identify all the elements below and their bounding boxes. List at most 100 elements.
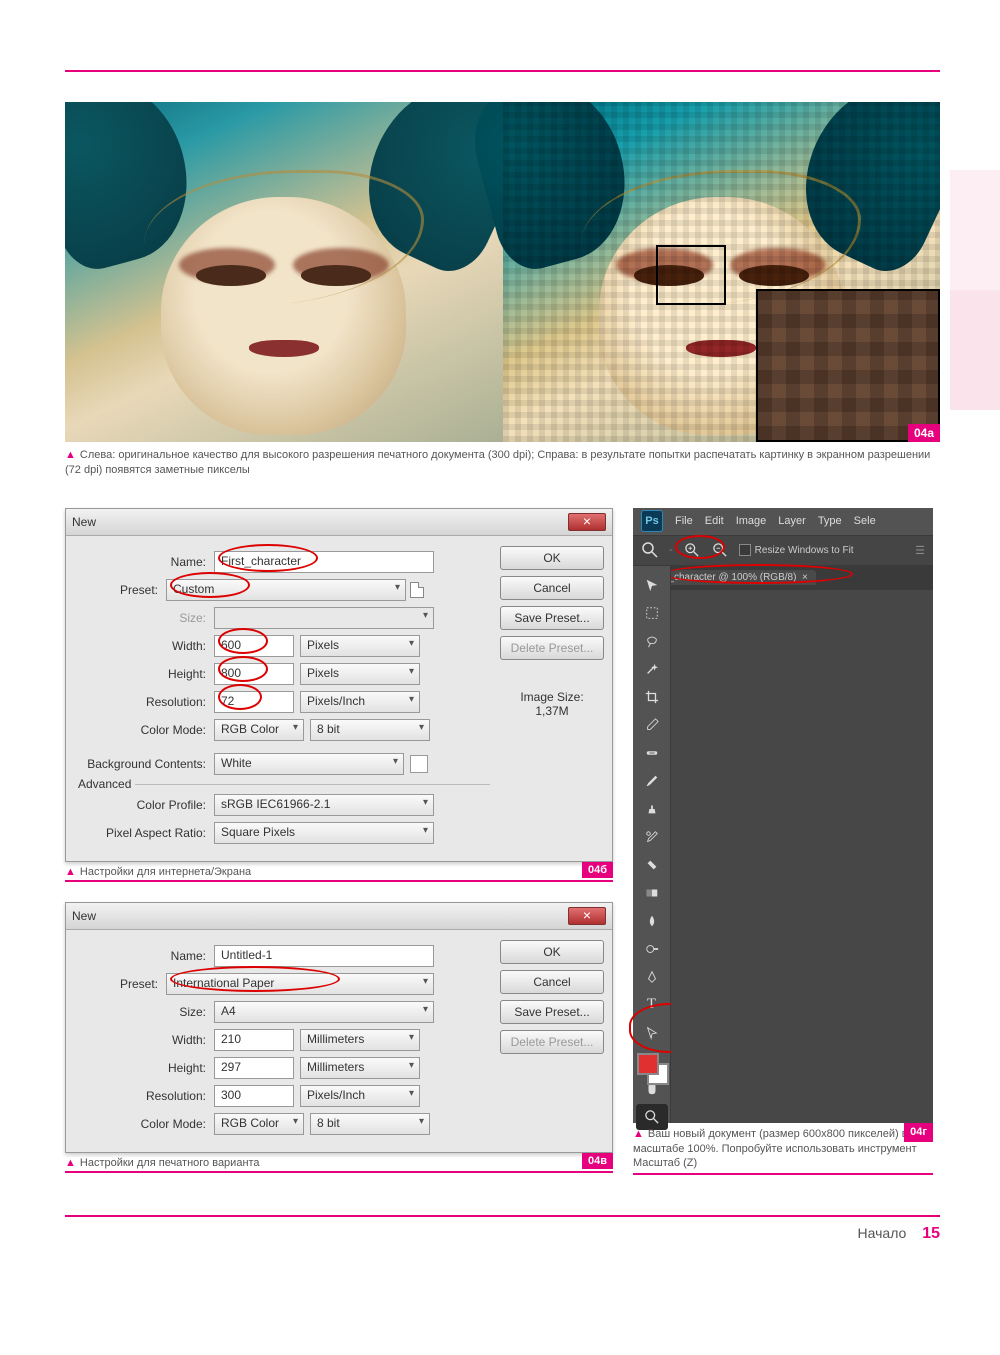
close-icon[interactable] (568, 907, 606, 925)
foreground-color-swatch[interactable] (637, 1053, 659, 1075)
height-input[interactable]: 297 (214, 1057, 294, 1079)
figure-04a-caption: ▲Слева: оригинальное качество для высоко… (65, 448, 940, 478)
width-unit-select[interactable]: Millimeters (300, 1029, 420, 1051)
triangle-icon: ▲ (65, 449, 76, 461)
width-input[interactable]: 210 (214, 1029, 294, 1051)
healing-brush-tool-icon[interactable] (636, 740, 668, 766)
name-input[interactable]: Untitled-1 (214, 945, 434, 967)
gradient-tool-icon[interactable] (636, 880, 668, 906)
color-depth-select[interactable]: 8 bit (310, 719, 430, 741)
height-unit-select[interactable]: Pixels (300, 663, 420, 685)
zoom-magnified-inset (756, 289, 940, 442)
eraser-tool-icon[interactable] (636, 852, 668, 878)
move-tool-icon[interactable] (636, 572, 668, 598)
cancel-button[interactable]: Cancel (500, 970, 604, 994)
photoshop-workspace-screenshot: Ps File Edit Image Layer Type Sele - (633, 508, 933, 1123)
bg-color-swatch[interactable] (410, 755, 428, 773)
ps-options-bar: - Resize Windows to Fit ☰ (633, 536, 933, 566)
resolution-unit-select[interactable]: Pixels/Inch (300, 691, 420, 713)
preset-label: Preset: (74, 977, 166, 991)
width-unit-select[interactable]: Pixels (300, 635, 420, 657)
blur-tool-icon[interactable] (636, 908, 668, 934)
color-depth-select[interactable]: 8 bit (310, 1113, 430, 1135)
color-mode-select[interactable]: RGB Color (214, 1113, 304, 1135)
color-profile-select[interactable]: sRGB IEC61966-2.1 (214, 794, 434, 816)
ps-tools-panel: T Zoom Tool (Z) (633, 566, 671, 1123)
name-label: Name: (74, 555, 214, 569)
height-unit-select[interactable]: Millimeters (300, 1057, 420, 1079)
ok-button[interactable]: OK (500, 940, 604, 964)
width-label: Width: (74, 1033, 214, 1047)
save-preset-button[interactable]: Save Preset... (500, 606, 604, 630)
menu-layer[interactable]: Layer (778, 515, 806, 527)
decorative-pink-bar-1 (950, 170, 1000, 290)
history-brush-tool-icon[interactable] (636, 824, 668, 850)
dodge-tool-icon[interactable] (636, 936, 668, 962)
figure-tag-04c: 04в (582, 1153, 613, 1169)
figure-tag-04d: 04г (904, 1123, 933, 1142)
lasso-tool-icon[interactable] (636, 628, 668, 654)
clone-stamp-tool-icon[interactable] (636, 796, 668, 822)
height-label: Height: (74, 667, 214, 681)
height-input[interactable]: 800 (214, 663, 294, 685)
menu-edit[interactable]: Edit (705, 515, 724, 527)
resolution-label: Resolution: (74, 695, 214, 709)
figure-04a-lowres (503, 102, 941, 442)
menu-select[interactable]: Sele (854, 515, 876, 527)
zoom-out-icon[interactable] (711, 541, 729, 559)
triangle-icon: ▲ (65, 866, 76, 878)
menu-image[interactable]: Image (736, 515, 767, 527)
zoom-in-icon[interactable] (683, 541, 701, 559)
height-label: Height: (74, 1061, 214, 1075)
resolution-unit-select[interactable]: Pixels/Inch (300, 1085, 420, 1107)
marquee-tool-icon[interactable] (636, 600, 668, 626)
decorative-pink-bar-2 (950, 290, 1000, 410)
checkbox-icon[interactable] (739, 544, 751, 556)
preset-select[interactable]: Custom (166, 579, 406, 601)
size-label: Size: (74, 1005, 214, 1019)
triangle-icon: ▲ (633, 1128, 644, 1140)
figure-04a-comparison: 04а (65, 102, 940, 442)
resolution-input[interactable]: 300 (214, 1085, 294, 1107)
cancel-button[interactable]: Cancel (500, 576, 604, 600)
close-icon[interactable] (568, 513, 606, 531)
top-horizontal-rule (65, 70, 940, 72)
bg-contents-select[interactable]: White (214, 753, 404, 775)
ps-ui-caption: ▲Ваш новый документ (размер 600x800 пикс… (633, 1123, 933, 1176)
resolution-input[interactable]: 72 (214, 691, 294, 713)
section-name: Начало (858, 1225, 907, 1241)
selection-marquee (656, 245, 726, 305)
menu-type[interactable]: Type (818, 515, 842, 527)
ok-button[interactable]: OK (500, 546, 604, 570)
triangle-icon: ▲ (65, 1157, 76, 1169)
delete-preset-button: Delete Preset... (500, 1030, 604, 1054)
image-size-readout: Image Size: 1,37M (500, 690, 604, 718)
zoom-tool-icon (641, 541, 659, 559)
dialog-web-caption: ▲Настройки для интернета/Экрана 04б (65, 862, 613, 882)
ps-canvas-area[interactable] (671, 590, 933, 1123)
type-tool-icon[interactable]: T (636, 992, 668, 1018)
brush-tool-icon[interactable] (636, 768, 668, 794)
path-select-tool-icon[interactable] (636, 1020, 668, 1046)
width-label: Width: (74, 639, 214, 653)
menu-file[interactable]: File (675, 515, 693, 527)
ps-menu-bar: Ps File Edit Image Layer Type Sele (633, 508, 933, 536)
width-input[interactable]: 600 (214, 635, 294, 657)
size-select[interactable]: A4 (214, 1001, 434, 1023)
name-input[interactable]: First_character (214, 551, 434, 573)
dialog-titlebar[interactable]: New (66, 903, 612, 930)
color-mode-select[interactable]: RGB Color (214, 719, 304, 741)
resize-windows-option[interactable]: Resize Windows to Fit (739, 544, 854, 556)
magic-wand-tool-icon[interactable] (636, 656, 668, 682)
ps-document-tab-bar: First_character @ 100% (RGB/8) × (633, 566, 933, 590)
eyedropper-tool-icon[interactable] (636, 712, 668, 738)
pen-tool-icon[interactable] (636, 964, 668, 990)
pixel-aspect-select[interactable]: Square Pixels (214, 822, 434, 844)
save-preset-button[interactable]: Save Preset... (500, 1000, 604, 1024)
resolution-label: Resolution: (74, 1089, 214, 1103)
dialog-titlebar[interactable]: New (66, 509, 612, 536)
crop-tool-icon[interactable] (636, 684, 668, 710)
figure-tag-04a: 04а (908, 424, 940, 442)
preset-select[interactable]: International Paper (166, 973, 434, 995)
advanced-legend: Advanced (74, 777, 135, 791)
